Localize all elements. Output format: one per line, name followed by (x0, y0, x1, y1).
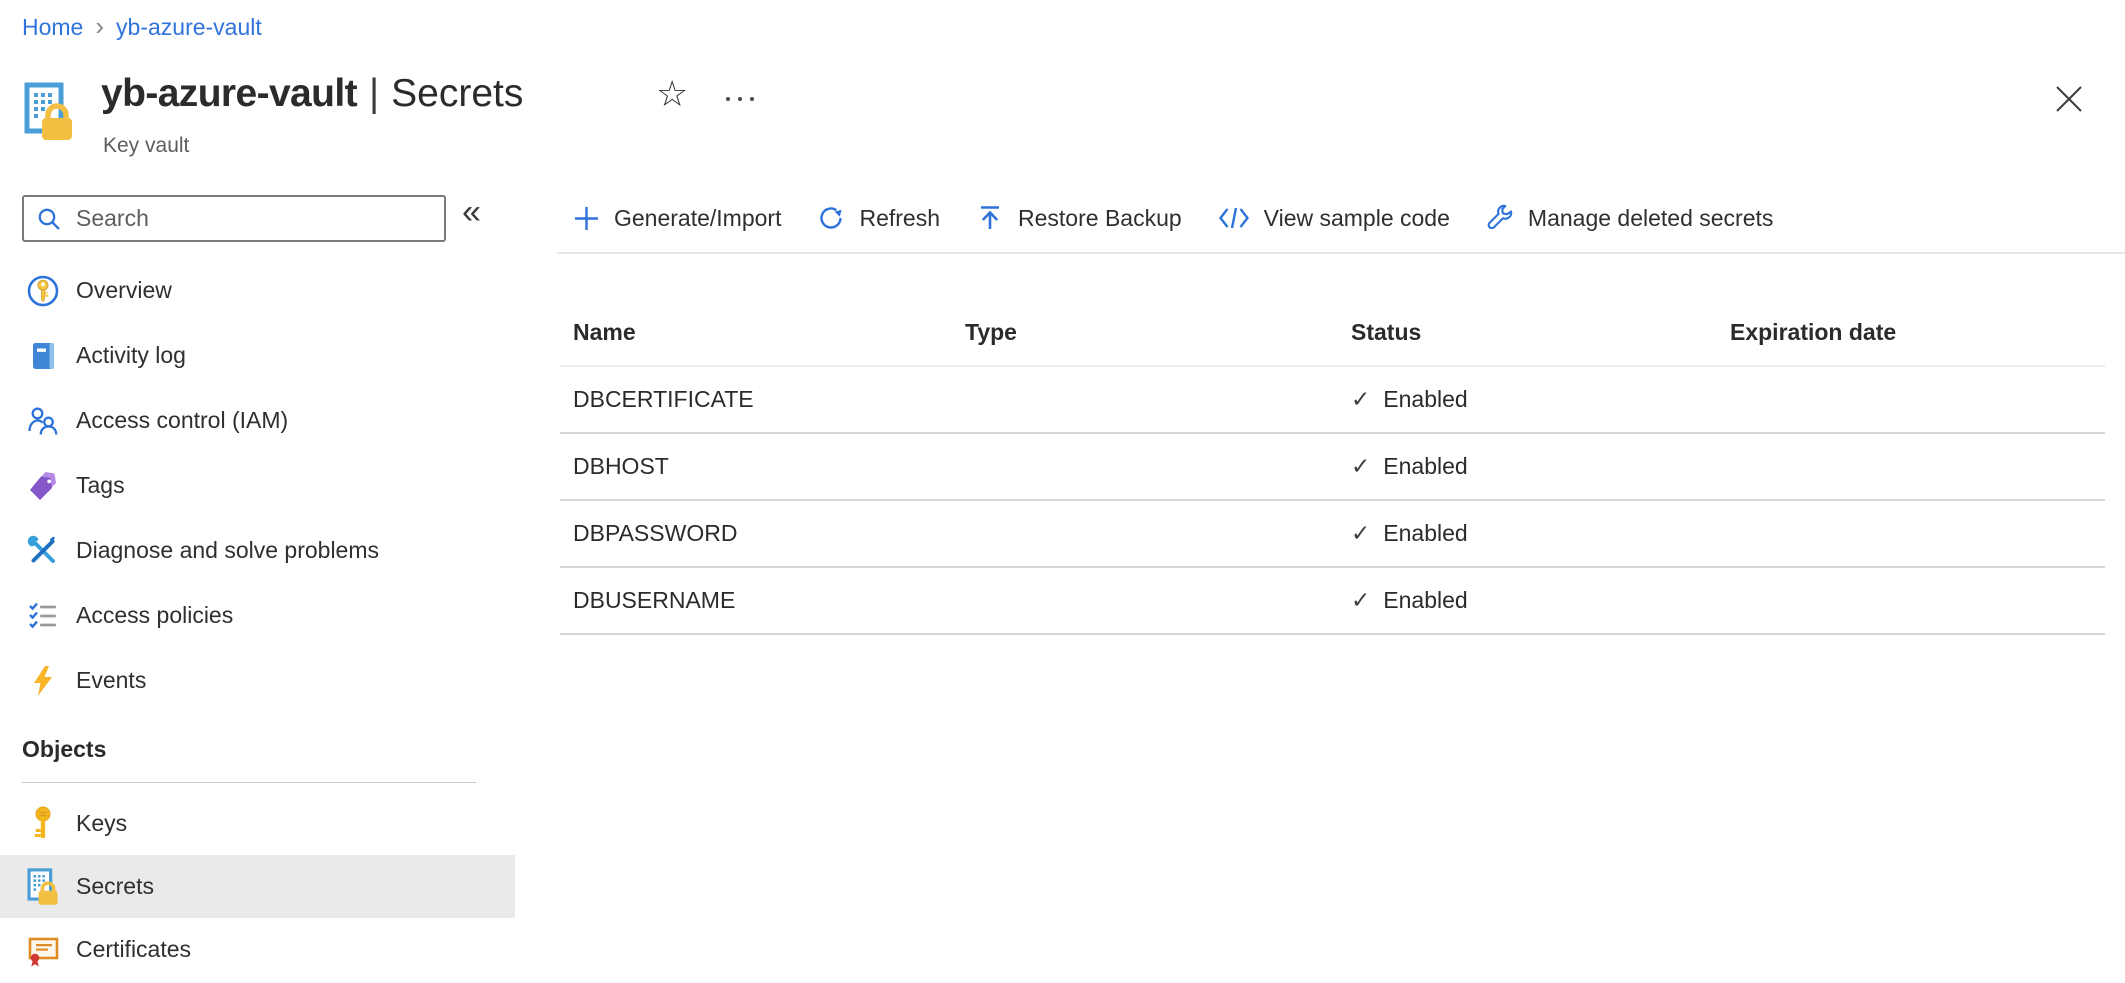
activity-log-icon (26, 339, 60, 373)
page-title: yb-azure-vault | Secrets (101, 72, 523, 116)
page-title-resource: yb-azure-vault (101, 72, 357, 115)
sidebar-item-label: Access control (IAM) (76, 407, 288, 434)
secret-name: DBCERTIFICATE (560, 386, 952, 413)
sidebar-item-label: Tags (76, 472, 125, 499)
sidebar-item-access-policies[interactable]: Access policies (0, 583, 515, 648)
column-header-expiration: Expiration date (1717, 319, 2105, 346)
toolbar-label: Generate/Import (614, 205, 781, 232)
wrench-icon (1486, 204, 1514, 232)
refresh-icon (817, 204, 845, 232)
sidebar-item-activity-log[interactable]: Activity log (0, 323, 515, 388)
secret-name: DBPASSWORD (560, 520, 952, 547)
generate-import-button[interactable]: Generate/Import (573, 205, 781, 232)
refresh-button[interactable]: Refresh (817, 204, 940, 232)
restore-backup-icon (976, 204, 1004, 232)
secret-name: DBHOST (560, 453, 952, 480)
toolbar-label: View sample code (1264, 205, 1450, 232)
table-row[interactable]: DBHOST ✓ Enabled (560, 434, 2105, 501)
page-title-section: Secrets (391, 72, 523, 115)
sidebar-item-label: Secrets (76, 873, 154, 900)
toolbar-label: Refresh (859, 205, 940, 232)
lightning-icon (26, 664, 60, 698)
status-label: Enabled (1383, 587, 1467, 614)
check-icon: ✓ (1351, 520, 1370, 547)
key-circle-icon (26, 274, 60, 308)
toolbar-label: Restore Backup (1018, 205, 1182, 232)
secret-name: DBUSERNAME (560, 587, 952, 614)
sidebar-item-label: Activity log (76, 342, 186, 369)
checklist-icon (26, 599, 60, 633)
objects-section-header: Objects (22, 736, 106, 763)
status-cell: ✓ Enabled (1338, 520, 1717, 547)
sidebar-item-label: Overview (76, 277, 172, 304)
table-header-row: Name Type Status Expiration date (560, 300, 2105, 367)
column-header-name: Name (560, 319, 952, 346)
close-icon[interactable] (2054, 84, 2084, 119)
favorite-star-icon[interactable]: ☆ (656, 76, 688, 112)
breadcrumb-vault-link[interactable]: yb-azure-vault (116, 14, 262, 41)
status-label: Enabled (1383, 453, 1467, 480)
column-header-status: Status (1338, 319, 1717, 346)
table-row[interactable]: DBCERTIFICATE ✓ Enabled (560, 367, 2105, 434)
status-label: Enabled (1383, 386, 1467, 413)
search-icon (36, 206, 62, 232)
check-icon: ✓ (1351, 453, 1370, 480)
secrets-table: Name Type Status Expiration date DBCERTI… (560, 300, 2105, 635)
sidebar-item-label: Diagnose and solve problems (76, 537, 379, 564)
sidebar-item-label: Certificates (76, 936, 191, 963)
breadcrumb-home-link[interactable]: Home (22, 14, 83, 41)
objects-section-divider (22, 782, 476, 783)
check-icon: ✓ (1351, 386, 1370, 413)
sidebar-item-label: Access policies (76, 602, 233, 629)
key-vault-secrets-page: Home › yb-azure-vault yb-azure-vault | Sec… (0, 0, 2125, 983)
command-bar-divider (557, 252, 2125, 254)
sidebar-nav: Overview Activity log Acc (0, 258, 515, 713)
sidebar-item-label: Keys (76, 810, 127, 837)
table-row[interactable]: DBUSERNAME ✓ Enabled (560, 568, 2105, 635)
sidebar-item-diagnose[interactable]: Diagnose and solve problems (0, 518, 515, 583)
sidebar-item-keys[interactable]: Keys (0, 792, 515, 855)
plus-icon (573, 205, 600, 232)
sidebar-item-events[interactable]: Events (0, 648, 515, 713)
status-cell: ✓ Enabled (1338, 453, 1717, 480)
sidebar-search-box (22, 195, 446, 242)
status-cell: ✓ Enabled (1338, 587, 1717, 614)
key-icon (26, 805, 60, 843)
sidebar-item-certificates[interactable]: Certificates (0, 918, 515, 981)
collapse-sidebar-icon[interactable]: « (462, 193, 481, 232)
secret-lock-icon (26, 868, 60, 906)
tag-icon (26, 469, 60, 503)
status-label: Enabled (1383, 520, 1467, 547)
table-row[interactable]: DBPASSWORD ✓ Enabled (560, 501, 2105, 568)
page-title-divider: | (369, 72, 379, 115)
breadcrumb-chevron-icon: › (95, 13, 104, 39)
sidebar-objects-nav: Keys Secrets (0, 792, 515, 981)
toolbar-label: Manage deleted secrets (1528, 205, 1774, 232)
code-icon (1218, 204, 1250, 232)
sidebar-item-overview[interactable]: Overview (0, 258, 515, 323)
key-vault-icon (24, 82, 74, 147)
sidebar-item-access-control[interactable]: Access control (IAM) (0, 388, 515, 453)
status-cell: ✓ Enabled (1338, 386, 1717, 413)
search-input[interactable] (74, 204, 432, 233)
breadcrumb: Home › yb-azure-vault (22, 14, 262, 41)
sidebar-item-secrets[interactable]: Secrets (0, 855, 515, 918)
command-bar: Generate/Import Refresh Restore Backup (573, 192, 1773, 244)
check-icon: ✓ (1351, 587, 1370, 614)
sidebar-item-tags[interactable]: Tags (0, 453, 515, 518)
view-sample-code-button[interactable]: View sample code (1218, 204, 1450, 232)
sidebar-item-label: Events (76, 667, 146, 694)
resource-type-label: Key vault (103, 134, 189, 158)
column-header-type: Type (952, 319, 1338, 346)
certificate-icon (26, 931, 60, 969)
more-options-icon[interactable] (722, 92, 758, 110)
tools-icon (26, 534, 60, 568)
restore-backup-button[interactable]: Restore Backup (976, 204, 1182, 232)
people-icon (26, 404, 60, 438)
manage-deleted-secrets-button[interactable]: Manage deleted secrets (1486, 204, 1774, 232)
